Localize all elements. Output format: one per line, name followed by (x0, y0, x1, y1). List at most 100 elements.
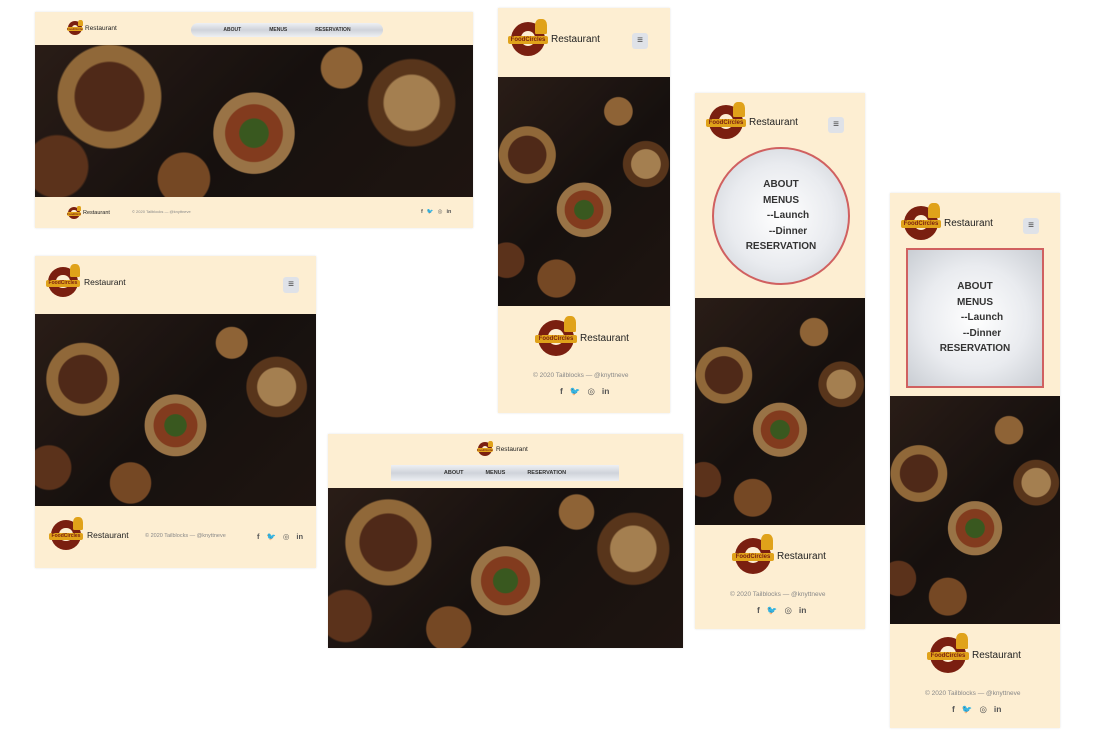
brand-name: Restaurant (972, 649, 1021, 661)
nav-menus[interactable]: MENUS (485, 470, 505, 476)
foodcircles-logo-icon: FoodCircles (45, 264, 81, 297)
footer-logo[interactable]: FoodCircles Restaurant (732, 534, 826, 574)
foodcircles-logo-icon: FoodCircles (508, 18, 548, 56)
tablet-mock: FoodCircles Restaurant ABOUT MENUS RESER… (328, 434, 683, 648)
header-logo[interactable]: FoodCircles Restaurant (66, 19, 117, 35)
instagram-icon[interactable]: ◎ (438, 209, 443, 215)
mobile-circle-menu-mock: FoodCircles Restaurant ≡ ABOUT MENUS --L… (695, 93, 865, 629)
menu-item-reservation[interactable]: RESERVATION (746, 239, 817, 255)
copyright-text: © 2020 Tailblocks — @knyttneve (132, 209, 191, 214)
instagram-icon[interactable]: ◎ (283, 532, 290, 541)
linkedin-icon[interactable]: in (602, 386, 610, 397)
header-logo[interactable]: FoodCircles Restaurant (901, 202, 993, 240)
footer-logo[interactable]: FoodCircles Restaurant (535, 316, 629, 356)
brand-name: Restaurant (944, 217, 993, 229)
foodcircles-logo-icon: FoodCircles (927, 633, 969, 673)
mobile-header: FoodCircles Restaurant ≡ (498, 8, 670, 77)
desktop-header: FoodCircles Restaurant ABOUT MENUS RESER… (35, 12, 473, 45)
foodcircles-logo-icon: FoodCircles (48, 517, 84, 550)
nav-reservation[interactable]: RESERVATION (527, 470, 566, 476)
hero-food-image (498, 77, 670, 306)
mobile-header: FoodCircles Restaurant ≡ ABOUT MENUS --L… (890, 193, 1060, 396)
mobile-mock: FoodCircles Restaurant ≡ FoodCircles Res… (498, 8, 670, 413)
nav-reservation[interactable]: RESERVATION (315, 27, 350, 33)
facebook-icon[interactable]: f (560, 386, 563, 397)
copyright-text: © 2020 Tailblocks — @knyttneve (730, 591, 826, 598)
menu-item-dinner[interactable]: --Dinner (949, 326, 1001, 342)
menu-item-dinner[interactable]: --Dinner (755, 224, 807, 240)
hero-food-image (35, 314, 316, 506)
brand-name: Restaurant (84, 277, 126, 287)
brand-name: Restaurant (496, 445, 528, 453)
brand-name: Restaurant (749, 116, 798, 128)
menu-item-about[interactable]: ABOUT (957, 279, 993, 295)
menu-item-launch[interactable]: --Launch (947, 310, 1003, 326)
tablet-header: FoodCircles Restaurant ABOUT MENUS RESER… (328, 434, 683, 488)
mobile-footer: FoodCircles Restaurant © 2020 Tailblocks… (498, 306, 670, 413)
dropdown-menu-box: ABOUT MENUS --Launch --Dinner RESERVATIO… (906, 248, 1044, 388)
hero-food-image (695, 298, 865, 525)
header-logo[interactable]: FoodCircles Restaurant (45, 264, 126, 297)
foodcircles-logo-icon: FoodCircles (66, 19, 84, 35)
menu-item-reservation[interactable]: RESERVATION (940, 341, 1011, 357)
brand-name: Restaurant (580, 332, 629, 344)
menu-item-menus[interactable]: MENUS (763, 193, 799, 209)
social-links: f 🐦 ◎ in (952, 704, 1001, 715)
mobile-footer: FoodCircles Restaurant © 2020 Tailblocks… (695, 525, 865, 629)
brand-name: Restaurant (551, 33, 600, 45)
linkedin-icon[interactable]: in (799, 605, 807, 616)
brand-name: Restaurant (85, 24, 117, 32)
foodcircles-logo-icon: FoodCircles (535, 316, 577, 356)
brand-name: Restaurant (83, 210, 110, 216)
nav-about[interactable]: ABOUT (223, 27, 241, 33)
hamburger-menu-button[interactable]: ≡ (828, 117, 844, 133)
twitter-icon[interactable]: 🐦 (767, 605, 778, 616)
nav-menus[interactable]: MENUS (269, 27, 287, 33)
linkedin-icon[interactable]: in (994, 704, 1002, 715)
hero-food-image (890, 396, 1060, 624)
twitter-icon[interactable]: 🐦 (570, 386, 581, 397)
instagram-icon[interactable]: ◎ (979, 704, 986, 715)
brand-name: Restaurant (87, 530, 129, 540)
facebook-icon[interactable]: f (421, 209, 423, 215)
desktop-nav-bar: ABOUT MENUS RESERVATION (191, 23, 383, 37)
desktop-mock: FoodCircles Restaurant ABOUT MENUS RESER… (35, 12, 473, 228)
hamburger-menu-button[interactable]: ≡ (1023, 218, 1039, 234)
social-links: f 🐦 ◎ in (757, 605, 806, 616)
menu-item-about[interactable]: ABOUT (763, 177, 799, 193)
twitter-icon[interactable]: 🐦 (267, 532, 276, 541)
linkedin-icon[interactable]: in (296, 532, 303, 541)
footer-logo[interactable]: FoodCircles Restaurant (927, 633, 1021, 673)
medium-footer: FoodCircles Restaurant © 2020 Tailblocks… (35, 506, 316, 568)
footer-logo[interactable]: FoodCircles Restaurant (67, 205, 110, 219)
medium-header: FoodCircles Restaurant ≡ (35, 256, 316, 314)
header-logo[interactable]: FoodCircles Restaurant (476, 440, 528, 456)
hamburger-menu-button[interactable]: ≡ (283, 277, 299, 293)
copyright-text: © 2020 Tailblocks — @knyttneve (925, 690, 1021, 697)
facebook-icon[interactable]: f (952, 704, 955, 715)
copyright-text: © 2020 Tailblocks — @knyttneve (145, 533, 226, 539)
social-links: f 🐦 ◎ in (560, 386, 609, 397)
menu-item-launch[interactable]: --Launch (753, 208, 809, 224)
instagram-icon[interactable]: ◎ (784, 605, 791, 616)
hero-food-image (35, 45, 473, 197)
facebook-icon[interactable]: f (757, 605, 760, 616)
medium-mock: FoodCircles Restaurant ≡ FoodCircles Res… (35, 256, 316, 568)
footer-logo[interactable]: FoodCircles Restaurant (48, 517, 129, 550)
hamburger-menu-button[interactable]: ≡ (632, 33, 648, 49)
facebook-icon[interactable]: f (257, 532, 260, 541)
header-logo[interactable]: FoodCircles Restaurant (508, 18, 600, 56)
instagram-icon[interactable]: ◎ (587, 386, 594, 397)
menu-item-menus[interactable]: MENUS (957, 295, 993, 311)
twitter-icon[interactable]: 🐦 (962, 704, 973, 715)
header-logo[interactable]: FoodCircles Restaurant (706, 101, 798, 139)
mobile-box-menu-mock: FoodCircles Restaurant ≡ ABOUT MENUS --L… (890, 193, 1060, 728)
copyright-text: © 2020 Tailblocks — @knyttneve (533, 372, 629, 379)
nav-about[interactable]: ABOUT (444, 470, 464, 476)
tablet-nav-bar: ABOUT MENUS RESERVATION (391, 465, 619, 481)
linkedin-icon[interactable]: in (447, 209, 452, 215)
desktop-footer: FoodCircles Restaurant © 2020 Tailblocks… (35, 197, 473, 228)
twitter-icon[interactable]: 🐦 (427, 209, 434, 215)
foodcircles-logo-icon: FoodCircles (706, 101, 746, 139)
hero-food-image (328, 488, 683, 648)
